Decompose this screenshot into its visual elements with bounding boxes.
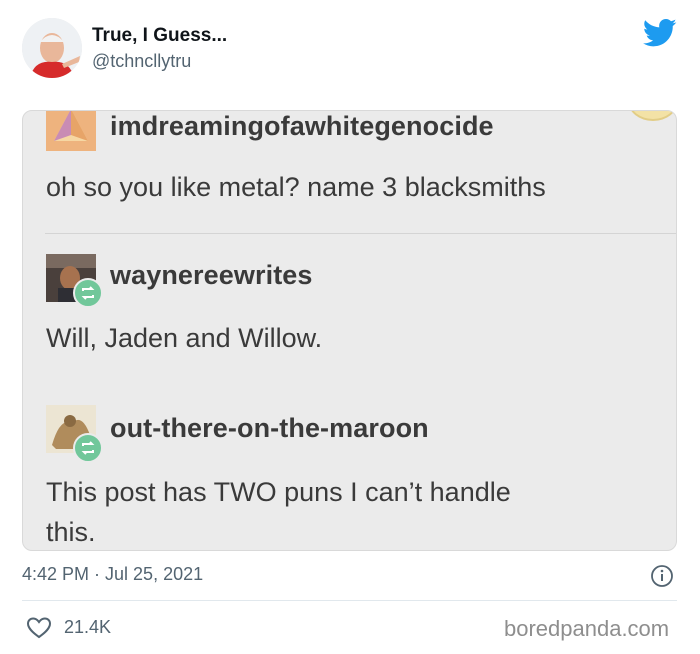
- post-username-1: imdreamingofawhitegenocide: [110, 111, 494, 141]
- post-text-3-line2: this.: [46, 517, 96, 547]
- author-avatar[interactable]: [22, 18, 82, 78]
- tweet-timestamp[interactable]: 4:42 PM · Jul 25, 2021: [22, 564, 203, 585]
- author-name[interactable]: True, I Guess...: [92, 25, 227, 47]
- peek-avatar: [628, 111, 676, 121]
- post-avatar-1: [46, 111, 96, 151]
- post-text-2: Will, Jaden and Willow.: [46, 323, 323, 353]
- embedded-image: imdreamingofawhitegenocide oh so you lik…: [22, 110, 677, 551]
- watermark: boredpanda.com: [504, 616, 670, 641]
- author-handle[interactable]: @tchncllytru: [92, 51, 191, 72]
- reblog-icon: [73, 278, 103, 308]
- post-text-3-line1: This post has TWO puns I can’t handle: [46, 477, 511, 507]
- heart-icon[interactable]: [26, 616, 52, 640]
- reblog-icon: [73, 433, 103, 463]
- like-count[interactable]: 21.4K: [64, 617, 111, 638]
- post-text-1: oh so you like metal? name 3 blacksmiths: [46, 172, 546, 202]
- post-username-3: out-there-on-the-maroon: [110, 413, 429, 443]
- footer-divider: [22, 600, 677, 601]
- post-divider-1: [45, 233, 676, 234]
- post-username-2: waynereewrites: [110, 260, 313, 290]
- twitter-bird-icon[interactable]: [642, 18, 677, 48]
- info-icon[interactable]: [650, 564, 674, 588]
